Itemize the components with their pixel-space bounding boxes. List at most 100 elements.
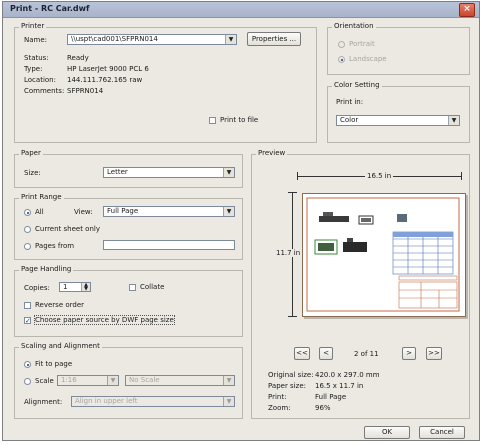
dimension-tick (461, 172, 462, 180)
page-handling-group: Page Handling Copies: 1 ▲ ▼ Collate Rever… (14, 265, 243, 337)
properties-button[interactable]: Properties ... (247, 32, 301, 46)
reverse-order-checkbox[interactable] (24, 302, 31, 309)
height-dimension-label: 11.7 in (276, 249, 301, 257)
pages-from-input[interactable] (103, 240, 235, 250)
copies-value: 1 (63, 283, 68, 291)
scale-units-select[interactable]: No Scale ▼ (125, 375, 235, 386)
portrait-label: Portrait (349, 40, 375, 48)
printer-name-select[interactable]: \\uspt\cad001\SFPRN014 ▼ (67, 34, 237, 45)
choose-source-label: Choose paper source by DWF page size (34, 315, 175, 325)
scale-label: Scale (35, 377, 54, 385)
scale-units-value: No Scale (129, 376, 160, 384)
all-radio[interactable] (24, 209, 31, 216)
next-page-button[interactable]: > (402, 347, 416, 360)
alignment-label: Alignment: (24, 398, 63, 406)
orientation-group-label: Orientation (332, 22, 376, 30)
previous-page-button[interactable]: < (319, 347, 333, 360)
alignment-select[interactable]: Align in upper left ▼ (71, 396, 235, 407)
print-in-label: Print in: (336, 98, 364, 106)
fit-to-page-label: Fit to page (35, 360, 73, 368)
title-bar[interactable]: Print - RC Car.dwf × (3, 2, 479, 18)
print-dialog: Print - RC Car.dwf × Printer Name: \\usp… (2, 1, 480, 441)
page-preview (302, 193, 466, 317)
last-page-button[interactable]: >> (426, 347, 442, 360)
spinner-arrows-icon[interactable]: ▲ ▼ (81, 283, 90, 292)
chevron-down-icon: ▼ (107, 376, 118, 385)
window-title: Print - RC Car.dwf (10, 4, 90, 13)
color-setting-group: Color Setting Print in: Color ▼ (327, 81, 470, 143)
status-label: Status: (24, 54, 49, 62)
scale-radio[interactable] (24, 378, 31, 385)
print-range-group: Print Range All View: Full Page ▼ Curren… (14, 193, 243, 260)
scaling-group-label: Scaling and Alignment (19, 342, 102, 350)
zoom-label: Zoom: (268, 404, 291, 412)
ok-button[interactable]: OK (364, 426, 410, 439)
status-value: Ready (67, 54, 89, 62)
width-dimension-label: 16.5 in (365, 172, 394, 180)
choose-source-checkbox[interactable]: ✓ (24, 317, 31, 325)
collate-checkbox[interactable] (129, 284, 136, 291)
first-page-button[interactable]: << (294, 347, 310, 360)
printer-group-label: Printer (19, 22, 47, 30)
page-indicator: 2 of 11 (354, 350, 379, 358)
scale-select[interactable]: 1:16 ▼ (57, 375, 119, 386)
chevron-down-icon: ▼ (223, 397, 234, 406)
print-range-group-label: Print Range (19, 193, 64, 201)
close-button[interactable]: × (459, 3, 475, 17)
chevron-down-icon: ▼ (223, 168, 234, 177)
chevron-down-icon: ▼ (223, 207, 234, 216)
paper-size-select[interactable]: Letter ▼ (103, 167, 235, 178)
dimension-tick (288, 192, 297, 193)
view-label: View: (74, 208, 93, 216)
printer-group: Printer Name: \\uspt\cad001\SFPRN014 ▼ P… (14, 22, 317, 143)
chevron-down-icon: ▼ (448, 116, 459, 125)
print-info-label: Print: (268, 393, 287, 401)
print-in-select[interactable]: Color ▼ (336, 115, 460, 126)
chevron-down-icon: ▼ (223, 376, 234, 385)
all-label: All (35, 208, 44, 216)
landscape-radio[interactable] (338, 56, 345, 63)
current-sheet-radio[interactable] (24, 226, 31, 233)
original-size-value: 420.0 x 297.0 mm (315, 371, 380, 379)
reverse-order-label: Reverse order (35, 301, 85, 309)
chevron-down-icon: ▼ (225, 35, 236, 44)
paper-size-value: Letter (107, 168, 128, 176)
paper-size-label: Size: (24, 169, 41, 177)
fit-to-page-radio[interactable] (24, 361, 31, 368)
location-label: Location: (24, 76, 56, 84)
scale-value: 1:16 (61, 376, 77, 384)
color-setting-group-label: Color Setting (332, 81, 382, 89)
print-to-file-checkbox[interactable] (209, 117, 216, 124)
pages-from-radio[interactable] (24, 243, 31, 250)
copies-label: Copies: (24, 284, 50, 292)
type-value: HP LaserJet 9000 PCL 6 (67, 65, 149, 73)
scaling-group: Scaling and Alignment Fit to page Scale … (14, 342, 243, 419)
dimension-tick (288, 316, 297, 317)
print-to-file-label: Print to file (220, 116, 259, 124)
paper-group-label: Paper (19, 149, 43, 157)
zoom-value: 96% (315, 404, 331, 412)
comments-label: Comments: (24, 87, 65, 95)
original-size-label: Original size: (268, 371, 314, 379)
landscape-label: Landscape (349, 55, 387, 63)
paper-size-info-value: 16.5 x 11.7 in (315, 382, 364, 390)
preview-group-label: Preview (256, 149, 288, 157)
portrait-radio[interactable] (338, 41, 345, 48)
cancel-button[interactable]: Cancel (419, 426, 465, 439)
pages-from-label: Pages from (35, 242, 75, 250)
location-value: 144.111.762.165 raw (67, 76, 143, 84)
collate-label: Collate (140, 283, 165, 291)
alignment-value: Align in upper left (75, 397, 138, 405)
print-in-value: Color (340, 116, 359, 124)
print-info-value: Full Page (315, 393, 347, 401)
printer-name-label: Name: (24, 36, 48, 44)
drawing-thumbnail (306, 197, 460, 312)
preview-group: Preview 16.5 in 11.7 in << < 2 of 11 > >… (251, 149, 470, 419)
view-value: Full Page (107, 207, 139, 215)
comments-value: SFPRN014 (67, 87, 104, 95)
type-label: Type: (24, 65, 43, 73)
view-select[interactable]: Full Page ▼ (103, 206, 235, 217)
copies-stepper[interactable]: 1 ▲ ▼ (59, 282, 91, 292)
dimension-tick (297, 172, 298, 180)
printer-name-value: \\uspt\cad001\SFPRN014 (71, 35, 158, 43)
